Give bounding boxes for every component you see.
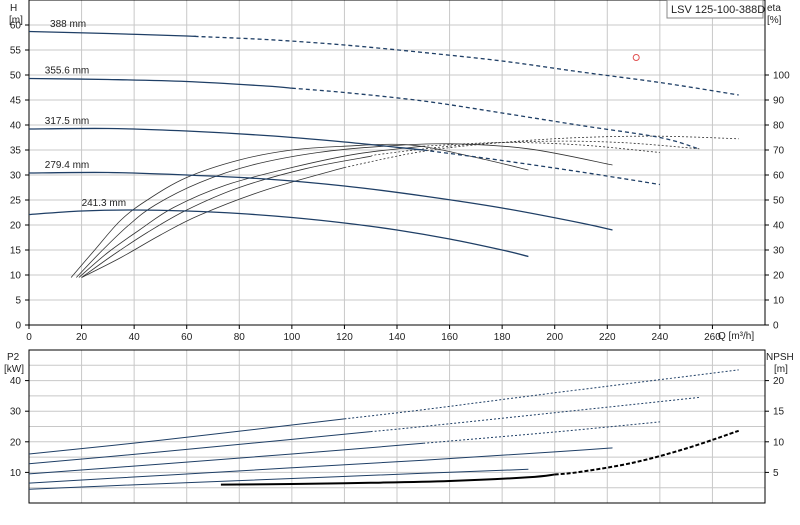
y-tick-label-eta: 0 xyxy=(773,321,779,332)
efficiency-curve-dashed xyxy=(370,140,700,157)
y-tick-label-eta: 70 xyxy=(773,146,785,157)
x-tick-label: 120 xyxy=(336,332,353,343)
y-tick-label-head: 55 xyxy=(10,46,22,57)
head-curve xyxy=(28,77,292,89)
y-tick-label-head: 50 xyxy=(10,71,22,82)
grid-lines xyxy=(29,0,765,503)
head-curve xyxy=(28,127,424,151)
y-axis-label-power: P2 xyxy=(7,352,20,363)
y-axis-label-npsh: NPSH xyxy=(766,352,794,363)
y-axis-unit-power: [kW] xyxy=(4,364,24,375)
chart-svg: 0 20 40 60 80 100 120 140 160 180 200 220 240 2600510… xyxy=(4,0,794,504)
head-curve-label: 388 mm xyxy=(50,19,86,30)
y-tick-label-eta: 100 xyxy=(773,71,790,82)
x-tick-label: 140 xyxy=(389,332,406,343)
y-tick-label-eta: 80 xyxy=(773,121,785,132)
power-curve xyxy=(28,431,371,465)
y-axis-unit-eta: [%] xyxy=(767,15,782,26)
power-curves xyxy=(28,369,739,490)
y-tick-label-eta: 50 xyxy=(773,196,785,207)
head-curves xyxy=(28,30,739,258)
y-tick-label-npsh: 10 xyxy=(773,437,785,448)
y-tick-label-head: 45 xyxy=(10,96,22,107)
y-tick-label-eta: 20 xyxy=(773,271,785,282)
y-tick-label-head: 20 xyxy=(10,221,22,232)
head-curve-label: 241.3 mm xyxy=(82,198,126,209)
y-tick-label-npsh: 15 xyxy=(773,407,785,418)
y-tick-label-head: 5 xyxy=(15,296,21,307)
x-tick-label: 200 xyxy=(546,332,563,343)
x-tick-label: 80 xyxy=(234,332,246,343)
head-curve-label: 279.4 mm xyxy=(45,160,89,171)
y-tick-label-power: 40 xyxy=(10,376,22,387)
y-tick-label-head: 35 xyxy=(10,146,22,157)
y-axis-label-eta: eta xyxy=(767,3,781,14)
y-tick-label-eta: 60 xyxy=(773,171,785,182)
y-tick-label-npsh: 5 xyxy=(773,468,779,479)
y-tick-label-power: 30 xyxy=(10,407,22,418)
x-tick-label: 60 xyxy=(181,332,193,343)
x-tick-label: 240 xyxy=(652,332,669,343)
y-tick-label-eta: 10 xyxy=(773,296,785,307)
y-tick-label-head: 25 xyxy=(10,196,22,207)
x-tick-label: 0 xyxy=(26,332,32,343)
efficiency-curves xyxy=(70,135,739,278)
y-tick-label-power: 10 xyxy=(10,468,22,479)
y-tick-label-head: 0 xyxy=(15,321,21,332)
y-tick-label-head: 40 xyxy=(10,121,22,132)
y-axis-unit-head: [m] xyxy=(9,15,23,26)
power-curve-dashed xyxy=(423,421,660,444)
duty-point-marker xyxy=(632,54,640,61)
y-tick-label-power: 20 xyxy=(10,437,22,448)
pump-performance-chart: 0 20 40 60 80 100 120 140 160 180 200 220 240 260 0 5 10… xyxy=(0,0,800,520)
x-tick-label: 180 xyxy=(494,332,511,343)
y-tick-label-head: 15 xyxy=(10,246,22,257)
npsh-curve-dashed xyxy=(554,429,740,476)
y-tick-label-head: 30 xyxy=(10,171,22,182)
head-curve-dashed xyxy=(423,149,661,186)
efficiency-curve-dashed xyxy=(344,135,739,168)
x-tick-label: 100 xyxy=(284,332,301,343)
head-curve xyxy=(28,30,197,38)
head-curve-label: 355.6 mm xyxy=(45,66,89,77)
x-axis-label-flow: Q [m³/h] xyxy=(718,331,754,342)
y-tick-label-head: 10 xyxy=(10,271,22,282)
head-curve-dashed xyxy=(291,87,700,150)
x-tick-label: 220 xyxy=(599,332,616,343)
x-tick-label: 160 xyxy=(441,332,458,343)
head-curve-label: 317.5 mm xyxy=(45,116,89,127)
curve-labels: 388 mm 355.6 mm 317.5 mm 279.4 mm 241.3 mm xyxy=(45,19,126,209)
efficiency-curve xyxy=(81,167,345,278)
y-axis-label-head: H xyxy=(10,3,17,14)
x-tick-label: 40 xyxy=(129,332,141,343)
efficiency-curve xyxy=(70,143,529,278)
y-tick-label-eta: 40 xyxy=(773,221,785,232)
y-tick-label-eta: 30 xyxy=(773,246,785,257)
y-tick-label-npsh: 20 xyxy=(773,376,785,387)
y-axis-unit-npsh: [m] xyxy=(774,364,788,375)
y-tick-label-eta: 90 xyxy=(773,96,785,107)
x-tick-label: 20 xyxy=(76,332,88,343)
model-label: LSV 125-100-388D xyxy=(671,4,765,16)
